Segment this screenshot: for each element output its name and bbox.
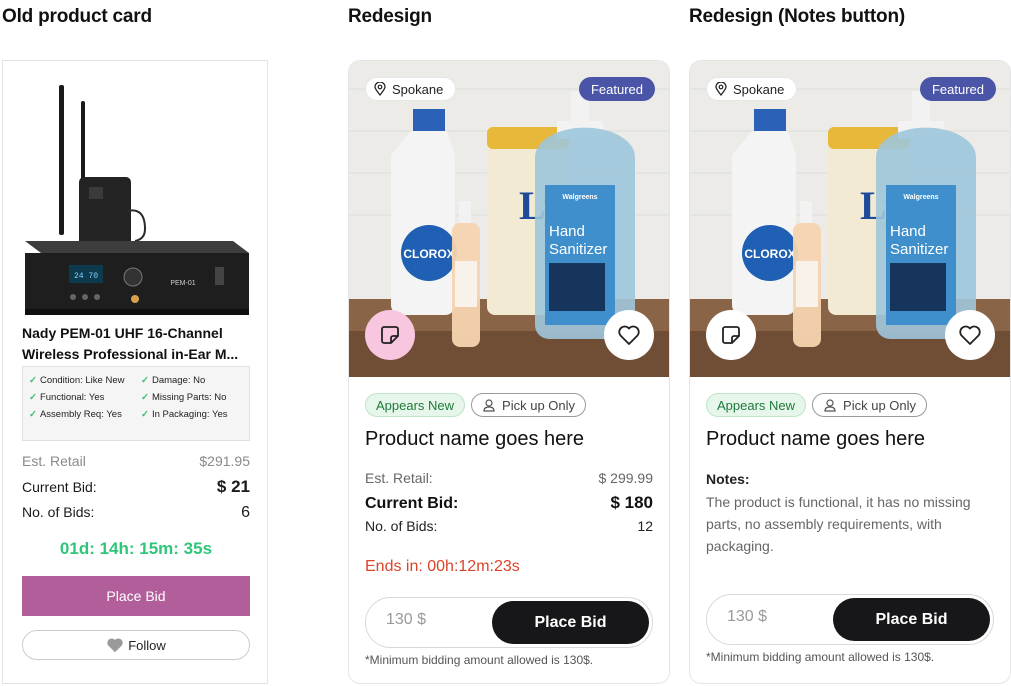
bid-amount-input[interactable]: 130 $ (727, 608, 767, 626)
num-bids-value: 12 (637, 518, 653, 534)
sanitizer-title-line2: Sanitizer (890, 241, 948, 258)
num-bids-row: No. of Bids: 6 (22, 504, 250, 522)
est-retail-label: Est. Retail: (365, 470, 433, 486)
sanitizer-store-text: Walgreens (903, 194, 938, 201)
featured-badge: Featured (578, 77, 655, 101)
note-icon (381, 326, 399, 344)
est-retail-row: Est. Retail: $ 299.99 (365, 470, 653, 486)
product-title[interactable]: Nady PEM-01 UHF 16-Channel Wireless Prof… (22, 323, 254, 365)
location-pill[interactable]: Spokane (365, 77, 457, 101)
min-bid-note: *Minimum bidding amount allowed is 130$. (706, 650, 935, 664)
device-display-text: 24 70 (74, 272, 98, 281)
check-icon: ✓ (141, 375, 149, 386)
bid-input-group: 130 $ Place Bid (365, 597, 653, 648)
heading-old-card: Old product card (2, 6, 152, 27)
user-pin-icon (483, 399, 495, 412)
location-pin-icon (715, 82, 727, 96)
check-icon: ✓ (141, 409, 149, 420)
place-bid-button[interactable]: Place Bid (492, 601, 649, 644)
current-bid-value: $ 21 (216, 477, 250, 496)
countdown-timer: 01d: 14h: 15m: 35s (59, 539, 213, 558)
location-pin-icon (374, 82, 386, 96)
condition-box: ✓ Condition: Like New ✓ Damage: No ✓ Functi… (22, 366, 250, 441)
heart-icon (959, 325, 981, 345)
location-label: Spokane (733, 81, 785, 97)
product-title-line2: Wireless Professional in-Ear M... (22, 346, 239, 362)
bleach-brand-text: CLOROX (403, 247, 454, 261)
sanitizer-title-line2: Sanitizer (549, 241, 607, 258)
num-bids-value: 6 (241, 504, 250, 521)
condition-item: ✓ Functional: Yes (29, 392, 105, 403)
est-retail-value: $ 299.99 (598, 470, 654, 486)
est-retail-value: $291.95 (199, 453, 250, 469)
place-bid-button[interactable]: Place Bid (833, 598, 990, 641)
bleach-brand-text: CLOROX (744, 247, 795, 261)
current-bid-row: Current Bid: $ 21 (22, 477, 250, 497)
num-bids-label: No. of Bids: (22, 504, 95, 520)
favorite-button[interactable] (604, 310, 654, 360)
sanitizer-title-line1: Hand (549, 223, 585, 240)
notes-text: The product is functional, it has no mis… (706, 494, 971, 554)
place-bid-button[interactable]: Place Bid (22, 576, 250, 616)
product-image: Lysol CLOROX Walgreens Hand Sanitizer Sp… (690, 61, 1010, 377)
favorite-button[interactable] (945, 310, 995, 360)
tag-list: Appears New Pick up Only (706, 393, 928, 417)
product-title-line1: Nady PEM-01 UHF 16-Channel (22, 325, 223, 341)
user-pin-icon (824, 399, 836, 412)
redesign-notes-product-card[interactable]: Lysol CLOROX Walgreens Hand Sanitizer Sp… (689, 60, 1011, 684)
condition-item: ✓ Condition: Like New (29, 375, 125, 386)
notes-button[interactable] (706, 310, 756, 360)
condition-item: ✓ Missing Parts: No (141, 392, 227, 403)
pickup-tag: Pick up Only (812, 393, 928, 417)
est-retail-row: Est. Retail $291.95 (22, 453, 250, 469)
current-bid-value: $ 180 (610, 493, 653, 512)
pickup-tag: Pick up Only (471, 393, 587, 417)
product-image: 24 70 PEM-01 (25, 85, 249, 315)
location-label: Spokane (392, 81, 444, 97)
tag-list: Appears New Pick up Only (365, 393, 587, 417)
condition-tag: Appears New (706, 393, 807, 417)
heading-redesign-notes: Redesign (Notes button) (689, 6, 905, 27)
heart-icon (618, 325, 640, 345)
check-icon: ✓ (29, 375, 37, 386)
sanitizer-store-text: Walgreens (562, 194, 597, 201)
product-image: Lysol CLOROX Walgreens Hand Sanitizer Sp… (349, 61, 669, 377)
heart-icon (107, 638, 123, 653)
bid-amount-input[interactable]: 130 $ (386, 611, 426, 629)
condition-item: ✓ In Packaging: Yes (141, 409, 228, 420)
condition-item: ✓ Assembly Req: Yes (29, 409, 122, 420)
location-pill[interactable]: Spokane (706, 77, 798, 101)
follow-label: Follow (128, 637, 166, 653)
est-retail-label: Est. Retail (22, 453, 86, 469)
condition-item: ✓ Damage: No (141, 375, 206, 386)
product-name[interactable]: Product name goes here (365, 428, 584, 451)
device-model-text: PEM-01 (170, 280, 195, 287)
follow-button[interactable]: Follow (22, 630, 250, 660)
min-bid-note: *Minimum bidding amount allowed is 130$. (365, 653, 594, 667)
current-bid-label: Current Bid: (22, 479, 97, 495)
bid-input-group: 130 $ Place Bid (706, 594, 994, 645)
check-icon: ✓ (29, 392, 37, 403)
num-bids-label: No. of Bids: (365, 518, 438, 534)
sanitizer-title-line1: Hand (890, 223, 926, 240)
num-bids-row: No. of Bids: 12 (365, 518, 653, 534)
notes-button[interactable] (365, 310, 415, 360)
note-icon (722, 326, 740, 344)
product-name[interactable]: Product name goes here (706, 428, 925, 451)
current-bid-label: Current Bid: (365, 495, 459, 512)
condition-tag: Appears New (365, 393, 466, 417)
redesign-product-card[interactable]: Lysol CLOROX Walgreens Hand Sanitizer Sp… (348, 60, 670, 684)
check-icon: ✓ (141, 392, 149, 403)
check-icon: ✓ (29, 409, 37, 420)
current-bid-row: Current Bid: $ 180 (365, 493, 653, 513)
old-product-card[interactable]: 24 70 PEM-01 Nady PEM-01 UHF 16-Channel … (2, 60, 268, 684)
countdown-timer: Ends in: 00h:12m:23s (365, 558, 520, 575)
notes-label: Notes: (706, 471, 750, 487)
heading-redesign: Redesign (348, 6, 432, 27)
featured-badge: Featured (919, 77, 996, 101)
